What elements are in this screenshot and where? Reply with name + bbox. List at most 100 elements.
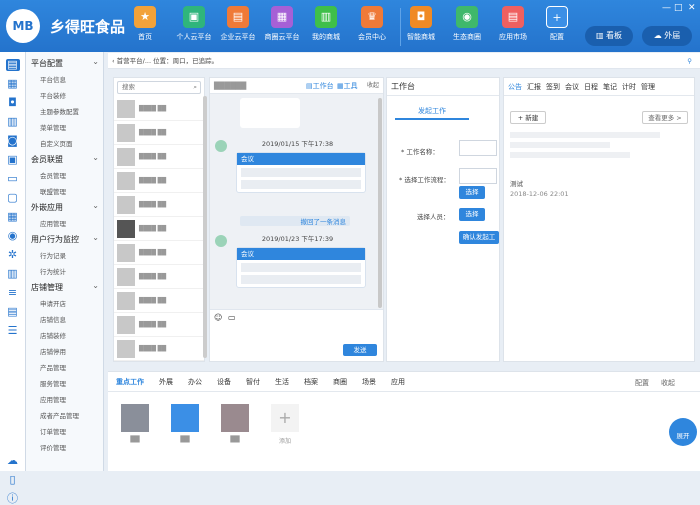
add-app-button[interactable]: + 添加 [270, 404, 300, 445]
tab-key-work[interactable]: 重点工作 [116, 377, 144, 387]
stats-icon[interactable]: ▥ [6, 268, 20, 280]
list-item[interactable]: ████ ██ [114, 169, 204, 193]
menu-item[interactable]: 主题参数配置 [26, 104, 103, 120]
nav-eco-circle[interactable]: ◉ 生态商圈 [443, 6, 491, 48]
tab-notes[interactable]: 笔记 [603, 82, 617, 92]
list-item[interactable]: ████ ██ [114, 265, 204, 289]
bank-icon[interactable]: ▦ [6, 78, 20, 90]
store-icon[interactable]: ▤ [6, 306, 20, 318]
menu-item[interactable]: 会员管理 [26, 168, 103, 184]
menu-item[interactable]: 店铺信息 [26, 312, 103, 328]
tab-start-work[interactable]: 发起工作 [395, 104, 469, 120]
menu-item[interactable]: 店铺装修 [26, 328, 103, 344]
tab-notice[interactable]: 公告 [508, 82, 522, 92]
menu-item[interactable]: 成者产品管理 [26, 408, 103, 424]
emoji-icon[interactable]: ☺ [214, 313, 222, 322]
maximize-icon[interactable]: □ [674, 3, 683, 13]
send-button[interactable]: 发送 [343, 344, 377, 356]
scrollbar[interactable] [203, 96, 207, 358]
info-icon[interactable]: ⓘ [6, 493, 20, 505]
tab-archive[interactable]: 档案 [304, 377, 318, 387]
menu-group-embed[interactable]: 外嵌应用 [26, 198, 103, 216]
bookmark-icon[interactable]: ▯ [6, 474, 20, 486]
menu-item[interactable]: 平台信息 [26, 72, 103, 88]
monitor-icon[interactable]: ▢ [6, 192, 20, 204]
menu-item[interactable]: 申请开店 [26, 296, 103, 312]
close-icon[interactable]: ✕ [688, 3, 696, 13]
menu-item[interactable]: 服务管理 [26, 376, 103, 392]
menu-item[interactable]: 平台装修 [26, 88, 103, 104]
menu-item[interactable]: 店铺停用 [26, 344, 103, 360]
list-item[interactable]: ████ ██ [114, 97, 204, 121]
choose-flow-button[interactable]: 选择 [459, 186, 485, 199]
expand-button[interactable]: 展开 [669, 418, 697, 446]
list-item[interactable]: ████ ██ [114, 217, 204, 241]
tab-manage[interactable]: 管理 [641, 82, 655, 92]
nav-my-mall[interactable]: ▥ 我的商城 [302, 6, 350, 48]
tab-schedule[interactable]: 日程 [584, 82, 598, 92]
board-button[interactable]: ▥ 看板 [585, 26, 633, 46]
list-item[interactable]: ████ ██ [114, 241, 204, 265]
app-shortcut[interactable]: ██ [170, 404, 200, 443]
menu-item[interactable]: 菜单管理 [26, 120, 103, 136]
minimize-icon[interactable]: — [662, 3, 671, 13]
tab-scene[interactable]: 场景 [362, 377, 376, 387]
collapse-button[interactable]: 收起 [661, 378, 675, 388]
grid-icon[interactable]: ▦ [6, 211, 20, 223]
platform-icon[interactable]: ▤ [5, 59, 20, 71]
list-item[interactable]: ████ ██ [114, 193, 204, 217]
nav-personal-cloud[interactable]: ▣ 个人云平台 [170, 6, 218, 48]
tab-office[interactable]: 办公 [188, 377, 202, 387]
list-item[interactable]: ████ ██ [114, 313, 204, 337]
message-bubble[interactable]: 会议 [236, 152, 366, 193]
tab-device[interactable]: 设备 [217, 377, 231, 387]
bag-icon[interactable]: ▣ [6, 154, 20, 166]
list-item[interactable]: ████ ██ [114, 289, 204, 313]
new-notice-button[interactable]: + 新建 [510, 111, 546, 124]
deploy-button[interactable]: ☁ 外届 [642, 26, 692, 46]
list-icon[interactable]: ☰ [6, 325, 20, 337]
tab-timer[interactable]: 计时 [622, 82, 636, 92]
menu-group-platform[interactable]: 平台配置 [26, 54, 103, 72]
menu-item[interactable]: 产品管理 [26, 360, 103, 376]
card-icon[interactable]: ▭ [6, 173, 20, 185]
tab-outreach[interactable]: 外展 [159, 377, 173, 387]
list-item[interactable]: ████ ██ [114, 337, 204, 361]
nav-smart-mall[interactable]: ◘ 智能商城 [397, 6, 445, 48]
tab-life[interactable]: 生活 [275, 377, 289, 387]
tab-business[interactable]: 商圈 [333, 377, 347, 387]
tab-meeting[interactable]: 会议 [565, 82, 579, 92]
view-more-button[interactable]: 查看更多 > [642, 111, 688, 124]
chart-icon[interactable]: ▥ [6, 116, 20, 128]
cart-icon[interactable]: ◙ [6, 135, 20, 147]
nav-config[interactable]: + 配置 [533, 6, 581, 48]
collapse-button[interactable]: 收起 [367, 78, 379, 94]
settings-icon[interactable]: ✲ [6, 249, 20, 261]
tab-apps[interactable]: 应用 [391, 377, 405, 387]
gift-icon[interactable]: ◘ [6, 97, 20, 109]
choose-person-button[interactable]: 选择 [459, 208, 485, 221]
menu-group-behavior[interactable]: 用户行为监控 [26, 230, 103, 248]
message-input[interactable]: ☺ ▭ 发送 [210, 309, 383, 361]
scrollbar[interactable] [378, 98, 382, 308]
work-name-input[interactable] [459, 140, 497, 156]
cloud-icon[interactable]: ☁ [6, 455, 20, 467]
nav-enterprise-cloud[interactable]: ▤ 企业云平台 [214, 6, 262, 48]
tab-report[interactable]: 汇报 [527, 82, 541, 92]
menu-item[interactable]: 评价管理 [26, 440, 103, 456]
sliders-icon[interactable]: ≡ [6, 287, 20, 299]
menu-item[interactable]: 应用管理 [26, 392, 103, 408]
menu-group-member[interactable]: 会员联盟 [26, 150, 103, 168]
tab-checkin[interactable]: 签到 [546, 82, 560, 92]
nav-business-cloud[interactable]: ▦ 商圈云平台 [258, 6, 306, 48]
work-flow-input[interactable] [459, 168, 497, 184]
tools-toggle[interactable]: ▦工具 [337, 78, 358, 94]
nav-home[interactable]: ★ 首页 [121, 6, 169, 48]
search-input[interactable]: 搜索 ⌕ [117, 81, 201, 94]
menu-item[interactable]: 行为记录 [26, 248, 103, 264]
list-item[interactable]: ████ ██ [114, 145, 204, 169]
list-item[interactable]: ████ ██ [114, 121, 204, 145]
message-bubble[interactable]: 会议 [236, 247, 366, 288]
app-shortcut[interactable]: ██ [220, 404, 250, 443]
app-shortcut[interactable]: ██ [120, 404, 150, 443]
